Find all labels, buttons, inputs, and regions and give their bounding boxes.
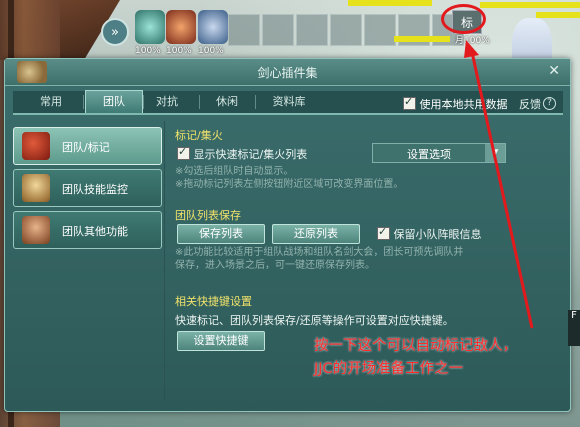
buff-percent: 100% — [166, 46, 192, 56]
save-list-button[interactable]: 保存列表 — [177, 224, 265, 244]
show-mark-list-toggle[interactable]: 显示快速标记/集火列表 — [177, 145, 308, 162]
tab-pvp[interactable]: 对抗 — [143, 91, 191, 113]
mark-note: ※勾选后组队时自动显示。 — [175, 166, 294, 177]
red-flag-icon — [22, 132, 50, 160]
keep-formation-checkbox[interactable] — [377, 225, 390, 240]
bell-tower-icon — [22, 174, 50, 202]
highlight-circle — [441, 4, 486, 34]
sidebar-item-label: 团队其他功能 — [62, 225, 128, 238]
skill-slot[interactable] — [228, 14, 260, 46]
settings-select[interactable]: 设置选项 ▼ — [372, 143, 506, 163]
use-local-data-label: 使用本地共用数据 — [419, 98, 508, 111]
skill-slot[interactable] — [330, 14, 362, 46]
target-bar — [348, 0, 432, 6]
plugin-window: 剑心插件集 ✕ 常用 团队 对抗 休闲 资料库 使用本地共用数据 反馈 ? 团队… — [4, 58, 571, 412]
show-mark-list-checkbox[interactable] — [177, 145, 190, 160]
expand-hud-button[interactable]: » — [101, 18, 129, 46]
window-titlebar[interactable]: 剑心插件集 ✕ — [5, 59, 570, 86]
close-icon[interactable]: ✕ — [548, 63, 560, 79]
tab-leisure[interactable]: 休闲 — [203, 91, 251, 113]
skill-slot[interactable] — [296, 14, 328, 46]
restore-list-button[interactable]: 还原列表 — [272, 224, 360, 244]
sidebar-item-other-functions[interactable]: 团队其他功能 — [13, 211, 162, 249]
tab-team[interactable]: 团队 — [85, 90, 143, 113]
use-local-data-checkbox[interactable] — [403, 95, 416, 110]
target-bar — [536, 12, 580, 18]
hotkey-description: 快速标记、团队列表保存/还原等操作可设置对应快捷键。 — [175, 314, 454, 327]
mark-bar — [394, 36, 450, 42]
tab-database[interactable]: 资料库 — [261, 91, 317, 113]
sidebar-item-team-mark[interactable]: 团队/标记 — [13, 127, 162, 165]
save-section-title: 团队列表保存 — [175, 209, 241, 222]
mark-section-title: 标记/集火 — [175, 129, 223, 142]
save-note: ※此功能比较适用于组队战场和组队名剑大会，团长可预先调队并 — [175, 247, 464, 258]
hotkey-section-title: 相关快捷键设置 — [175, 295, 252, 308]
annotation-text: JJC的开场准备工作之一 — [314, 361, 464, 377]
right-edge-tag: F — [568, 310, 580, 346]
annotation-text: 按一下这个可以自动标记敌人， — [314, 338, 517, 354]
buff-flame-icon[interactable] — [166, 10, 196, 44]
save-note: 保存，进入场景之后，可一键还原保存列表。 — [175, 260, 375, 271]
mark-note: ※拖动标记列表左侧按钮附近区域可改变界面位置。 — [175, 179, 404, 190]
keep-formation-label: 保留小队阵眼信息 — [393, 228, 482, 241]
keep-formation-toggle[interactable]: 保留小队阵眼信息 — [377, 225, 482, 242]
show-mark-list-label: 显示快速标记/集火列表 — [193, 148, 308, 161]
feedback-link[interactable]: 反馈 — [519, 96, 541, 112]
tab-common[interactable]: 常用 — [27, 91, 75, 113]
mark-percent: 月100% — [455, 36, 490, 46]
tab-separator — [199, 95, 200, 109]
panel-divider — [164, 121, 165, 401]
buff-spirit-icon[interactable] — [198, 10, 228, 44]
sidebar-item-label: 团队/标记 — [62, 141, 110, 154]
use-local-data-toggle[interactable]: 使用本地共用数据 — [403, 95, 508, 112]
sidebar-item-skill-monitor[interactable]: 团队技能监控 — [13, 169, 162, 207]
buff-jade-icon[interactable] — [135, 10, 165, 44]
settings-select-value: 设置选项 — [407, 148, 451, 161]
tab-separator — [255, 95, 256, 109]
buff-percent: 100% — [135, 46, 161, 56]
target-bar — [480, 2, 580, 8]
tab-separator — [83, 95, 84, 109]
skill-slot[interactable] — [262, 14, 294, 46]
window-title: 剑心插件集 — [257, 66, 318, 80]
sidebar-item-label: 团队技能监控 — [62, 183, 128, 196]
set-hotkey-button[interactable]: 设置快捷键 — [177, 331, 265, 351]
chevron-down-icon[interactable]: ▼ — [485, 144, 505, 162]
help-icon[interactable]: ? — [543, 97, 556, 110]
buff-percent: 100% — [198, 46, 224, 56]
skill-slot[interactable] — [364, 14, 396, 46]
gate-icon — [22, 216, 50, 244]
